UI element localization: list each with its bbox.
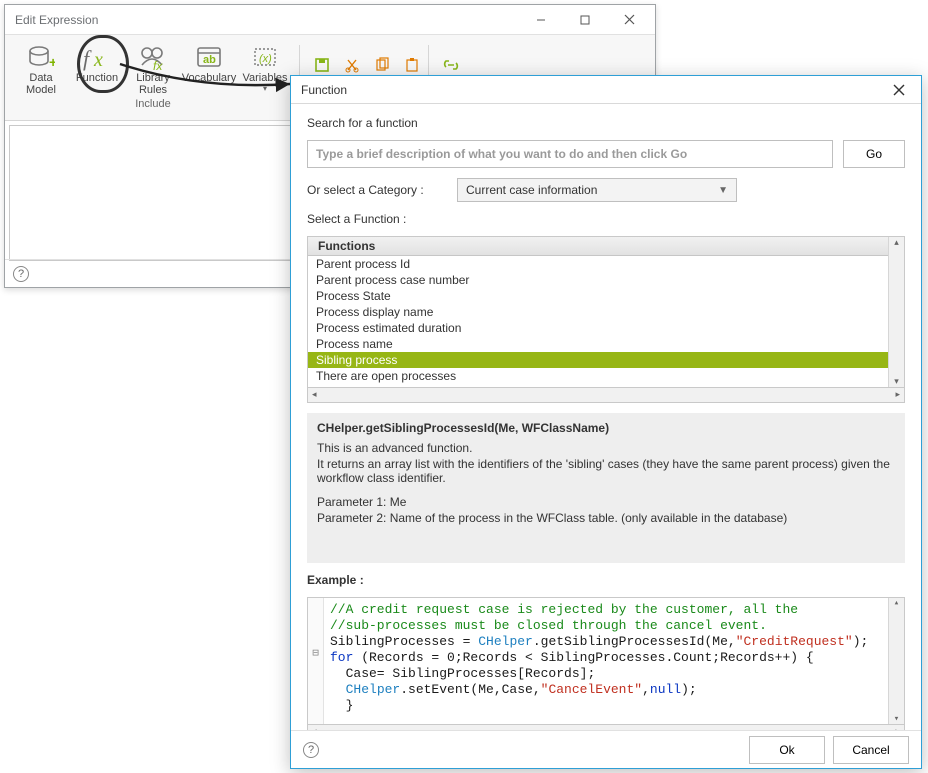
- vocabulary-icon: ab: [195, 45, 223, 71]
- function-item[interactable]: Sibling process: [308, 352, 888, 368]
- ribbon-function[interactable]: f x Function: [69, 39, 125, 85]
- function-description: CHelper.getSiblingProcessesId(Me, WFClas…: [307, 413, 905, 563]
- code-gutter: ⊟: [308, 598, 324, 724]
- close-button[interactable]: [607, 6, 651, 34]
- paste-button[interactable]: [402, 55, 422, 75]
- svg-text:(x): (x): [259, 53, 272, 65]
- desc-line: It returns an array list with the identi…: [317, 457, 895, 485]
- category-label: Or select a Category :: [307, 183, 447, 197]
- scroll-down-icon: ▾: [894, 714, 899, 724]
- database-icon: +: [27, 45, 55, 71]
- desc-param: Parameter 1: Me: [317, 495, 895, 509]
- close-icon: [624, 14, 635, 25]
- desc-param: Parameter 2: Name of the process in the …: [317, 511, 895, 525]
- ok-button[interactable]: Ok: [749, 736, 825, 764]
- dialog-footer: ? Ok Cancel: [291, 730, 921, 768]
- chevron-down-icon: ▼: [718, 185, 728, 196]
- svg-text:f: f: [83, 46, 92, 71]
- scroll-up-icon: ▴: [894, 237, 899, 248]
- example-code: ⊟ //A credit request case is rejected by…: [307, 597, 905, 725]
- category-select[interactable]: Current case information ▼: [457, 178, 737, 202]
- ribbon-vocabulary[interactable]: ab Vocabulary: [181, 39, 237, 85]
- close-icon: [893, 84, 905, 96]
- scroll-up-icon: ▴: [894, 598, 899, 608]
- search-input[interactable]: [307, 140, 833, 168]
- titlebar: Edit Expression: [5, 5, 655, 35]
- ribbon-group-include: + Data Model f x Function: [13, 39, 293, 110]
- ribbon-library-rules[interactable]: fx Library Rules: [125, 39, 181, 96]
- scroll-down-icon: ▾: [894, 376, 899, 387]
- function-item[interactable]: Process estimated duration: [308, 320, 888, 336]
- save-icon: [314, 57, 330, 73]
- function-list-header: Functions: [308, 237, 888, 256]
- help-button[interactable]: ?: [303, 742, 319, 758]
- dialog-close-button[interactable]: [883, 78, 915, 102]
- ribbon-label: Vocabulary: [182, 73, 236, 85]
- help-icon: ?: [18, 268, 24, 280]
- search-label: Search for a function: [307, 116, 905, 130]
- link-icon: [441, 55, 461, 75]
- category-value: Current case information: [466, 183, 597, 197]
- copy-button[interactable]: [372, 55, 392, 75]
- ribbon-label: Data Model: [26, 73, 56, 96]
- code-vertical-scrollbar[interactable]: ▴ ▾: [888, 598, 904, 724]
- maximize-icon: [580, 15, 590, 25]
- cut-button[interactable]: [342, 55, 362, 75]
- ribbon-group-label: Include: [135, 98, 170, 110]
- chevron-down-icon: ▾: [263, 85, 267, 93]
- cancel-button[interactable]: Cancel: [833, 736, 909, 764]
- function-signature: CHelper.getSiblingProcessesId(Me, WFClas…: [317, 421, 895, 435]
- paste-icon: [404, 57, 420, 73]
- minimize-button[interactable]: [519, 6, 563, 34]
- ribbon-data-model[interactable]: + Data Model: [13, 39, 69, 96]
- ribbon-small-toolbar-2: [435, 39, 461, 75]
- fx-icon: f x: [82, 44, 112, 72]
- svg-text:x: x: [93, 49, 103, 71]
- function-item[interactable]: There are open processes: [308, 368, 888, 384]
- code-area: //A credit request case is rejected by t…: [324, 598, 888, 724]
- function-item[interactable]: Process State: [308, 288, 888, 304]
- svg-text:+: +: [49, 54, 55, 70]
- function-item[interactable]: Process name: [308, 336, 888, 352]
- svg-text:ab: ab: [203, 54, 216, 66]
- help-button[interactable]: ?: [13, 266, 29, 282]
- minimize-icon: [536, 15, 546, 25]
- select-function-label: Select a Function :: [307, 212, 905, 226]
- dialog-title: Function: [301, 83, 883, 97]
- ribbon-label: Library Rules: [136, 73, 170, 96]
- go-button[interactable]: Go: [843, 140, 905, 168]
- library-icon: fx: [139, 45, 167, 71]
- function-item[interactable]: Parent process case number: [308, 272, 888, 288]
- maximize-button[interactable]: [563, 6, 607, 34]
- desc-line: This is an advanced function.: [317, 441, 895, 455]
- scissors-icon: [344, 57, 360, 73]
- window-title: Edit Expression: [15, 13, 519, 27]
- horizontal-scrollbar[interactable]: ◂ ▸: [307, 387, 905, 403]
- vertical-scrollbar[interactable]: ▴ ▾: [888, 237, 904, 387]
- ribbon-label: Variables: [242, 73, 287, 85]
- copy-icon: [374, 57, 390, 73]
- scroll-left-icon: ◂: [312, 389, 317, 400]
- function-item[interactable]: Parent process Id: [308, 256, 888, 272]
- variables-icon: (x): [251, 45, 279, 71]
- ribbon-label: Function: [76, 73, 118, 85]
- svg-text:fx: fx: [153, 59, 163, 71]
- ribbon-variables[interactable]: (x) Variables ▾: [237, 39, 293, 93]
- function-list: Functions Parent process IdParent proces…: [307, 236, 905, 388]
- link-button[interactable]: [441, 55, 461, 75]
- help-icon: ?: [308, 744, 314, 756]
- scroll-right-icon: ▸: [895, 389, 900, 400]
- save-button[interactable]: [312, 55, 332, 75]
- dialog-titlebar: Function: [291, 76, 921, 104]
- function-item[interactable]: Process display name: [308, 304, 888, 320]
- example-label: Example :: [307, 573, 905, 587]
- function-dialog: Function Search for a function Go Or sel…: [290, 75, 922, 769]
- ribbon-small-toolbar: [306, 39, 422, 75]
